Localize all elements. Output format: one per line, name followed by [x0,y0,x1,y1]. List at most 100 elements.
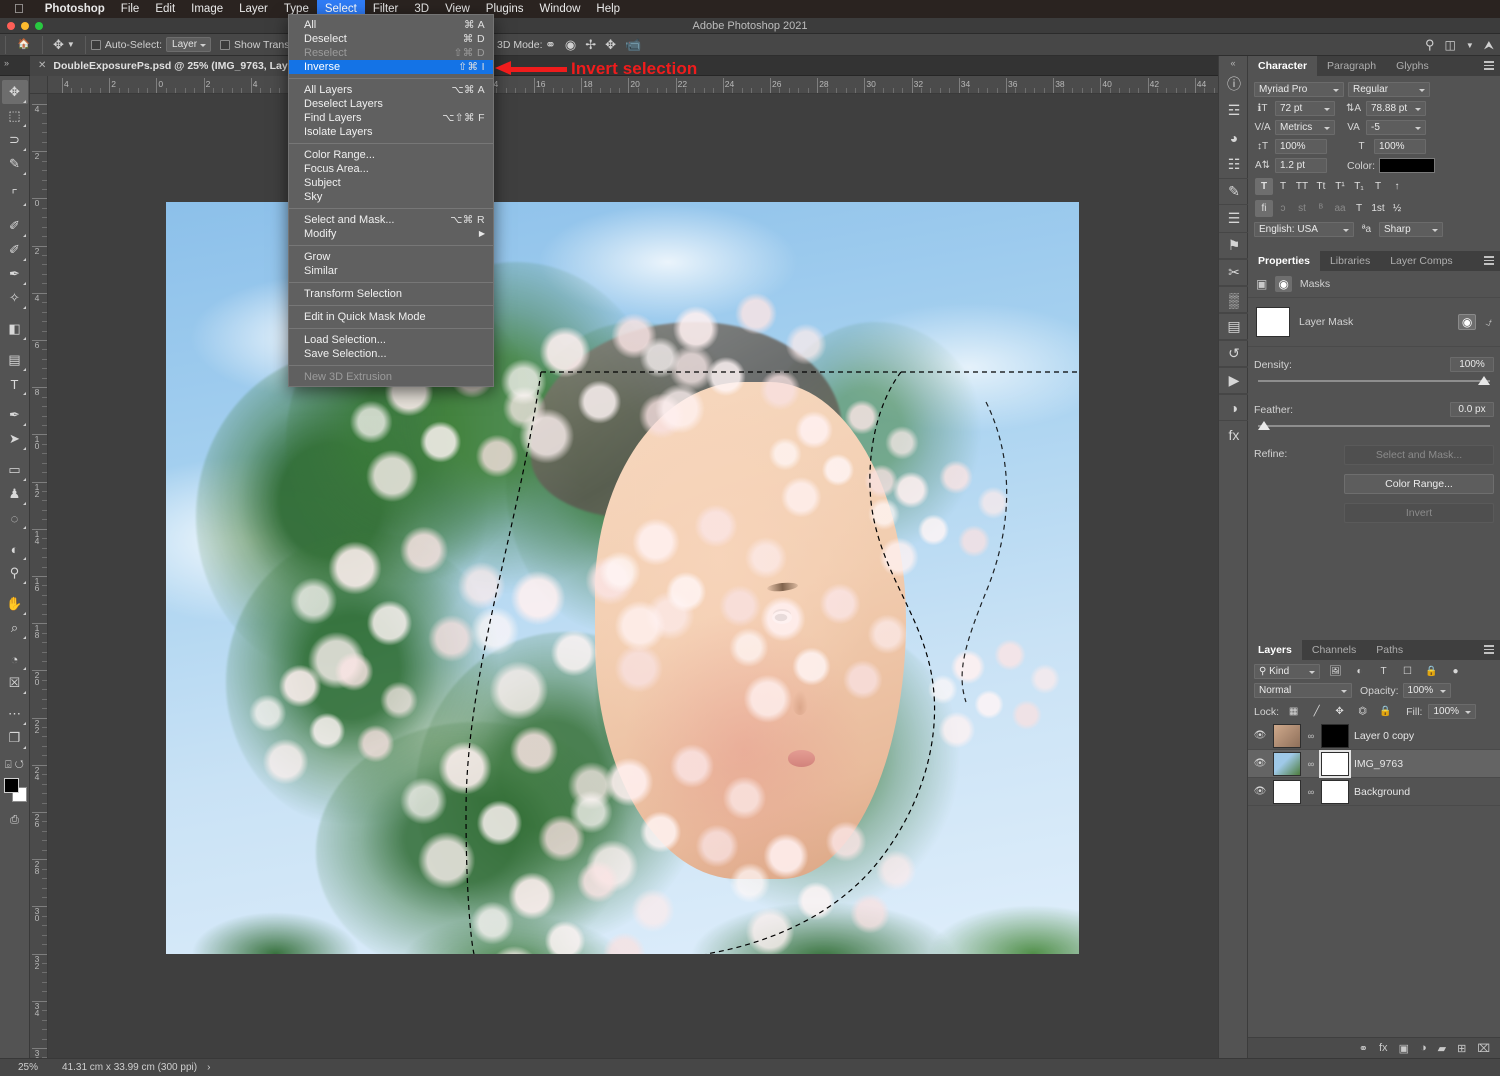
invert-mask-button[interactable]: Invert [1344,503,1494,523]
shape-filter-icon[interactable]: ☐ [1399,664,1416,679]
menu-item-isolate-layers[interactable]: Isolate Layers [289,125,493,139]
3d-pan-icon[interactable]: ✢ [585,37,596,53]
ruler-corner[interactable] [30,76,48,94]
move-tool-icon[interactable]: ✥ [1,80,28,104]
adjustments-panel-icon[interactable]: ☰ [1219,205,1249,232]
magnifier-tool-icon[interactable]: ⌕ [2,616,28,640]
pixel-mask-icon[interactable]: ◉ [1275,276,1292,292]
patterns-panel-icon[interactable]: ▒ [1219,286,1249,313]
table-row[interactable]: 👁 ∞ IMG_9763 [1248,749,1500,778]
layer-mask-thumbnail[interactable] [1321,779,1349,804]
menubar-item-help[interactable]: Help [588,0,628,18]
menu-item-inverse[interactable]: Inverse ⇧⌘ I [289,60,493,74]
new-layer-icon[interactable]: ⊞ [1457,1042,1466,1055]
gradient-tool-icon[interactable]: ▤ [2,348,28,372]
vertical-scale-field[interactable]: 100% [1275,139,1327,154]
adjustment-layer-icon[interactable]: ◑ [1219,394,1249,421]
styles-panel-icon[interactable]: fx [1219,421,1249,448]
text-style-button-2[interactable]: TT [1293,178,1311,195]
menubar-item-window[interactable]: Window [532,0,589,18]
tab-properties[interactable]: Properties [1248,251,1320,271]
crop-tool-icon[interactable]: ⌜ [2,183,28,207]
panel-menu-icon[interactable] [1484,256,1494,265]
opentype-button-4[interactable]: aa [1331,200,1349,217]
menu-item-modify[interactable]: Modify ▶ [289,227,493,241]
layer-mask-thumbnail[interactable] [1256,307,1290,337]
lock-all-icon[interactable]: 🔒 [1377,704,1394,719]
apple-icon[interactable]:  [8,0,37,18]
histogram-panel-icon[interactable]: ☲ [1219,97,1249,124]
opentype-button-2[interactable]: st [1293,200,1311,217]
menu-item-deselect-layers[interactable]: Deselect Layers [289,97,493,111]
table-row[interactable]: 👁 ∞ Layer 0 copy [1248,722,1500,750]
tab-layer-comps[interactable]: Layer Comps [1380,251,1462,271]
zoom-level[interactable]: 25% [0,1062,48,1073]
filter-kind-dropdown[interactable]: ⚲ Kind [1254,664,1320,679]
density-value[interactable]: 100% [1450,357,1494,372]
opacity-field[interactable]: 100% [1402,683,1451,698]
spot-healing-brush-tool-icon[interactable]: ✐ [2,238,28,262]
share-icon[interactable]: ⮝ [1484,38,1494,53]
tab-paragraph[interactable]: Paragraph [1317,56,1386,76]
tab-paths[interactable]: Paths [1366,640,1413,660]
type-tool-icon[interactable]: T [2,372,28,396]
feather-value[interactable]: 0.0 px [1450,402,1494,417]
home-icon[interactable]: 🏠 [11,37,37,52]
text-style-button-0[interactable]: T [1255,178,1273,195]
menubar-item-file[interactable]: File [113,0,148,18]
close-icon[interactable]: ✕ [38,56,46,76]
path-selection-tool-icon[interactable]: ➤ [2,427,28,451]
opentype-button-0[interactable]: fi [1255,200,1273,217]
actions-panel-icon[interactable]: ▶ [1219,367,1249,394]
menu-item-sky[interactable]: Sky [289,190,493,204]
3d-roll-icon[interactable]: ◉ [565,37,576,53]
smart-object-filter-icon[interactable]: 🔒 [1423,664,1440,679]
expand-panels-icon[interactable]: « [1219,56,1247,70]
active-tool-preset[interactable]: ✥ ▼ [48,37,80,53]
zoom-tool-icon[interactable]: ⚲ [2,561,28,585]
chevron-down-icon[interactable]: ▼ [1466,41,1474,50]
menubar-item-edit[interactable]: Edit [147,0,183,18]
layer-mask-link-icon[interactable]: ∞ [1306,787,1316,797]
layer-style-icon[interactable]: fx [1379,1042,1388,1054]
chevron-right-icon[interactable]: › [197,1062,210,1073]
select-and-mask-button[interactable]: Select and Mask... [1344,445,1494,465]
font-style-field[interactable]: Regular [1348,82,1430,97]
layer-visibility-icon[interactable]: 👁 [1252,786,1268,797]
layer-visibility-icon[interactable]: 👁 [1252,730,1268,741]
language-field[interactable]: English: USA [1254,222,1354,237]
text-style-button-1[interactable]: T [1274,178,1292,195]
menu-item-save-selection[interactable]: Save Selection... [289,347,493,361]
brush-settings-icon[interactable]: ✎ [1219,178,1249,205]
leading-field[interactable]: 78.88 pt [1366,101,1426,116]
auto-select-scope-dropdown[interactable]: Layer [166,37,212,52]
opentype-button-1[interactable]: ɔ [1274,200,1292,217]
layer-visibility-icon[interactable]: 👁 [1252,758,1268,769]
text-style-button-7[interactable]: ↑ [1388,178,1406,195]
text-style-button-5[interactable]: T₁ [1350,178,1368,195]
menu-item-focus-area[interactable]: Focus Area... [289,162,493,176]
menu-item-select-and-mask[interactable]: Select and Mask... ⌥⌘ R [289,213,493,227]
menu-item-subject[interactable]: Subject [289,176,493,190]
lock-artboard-icon[interactable]: ⏣ [1354,704,1371,719]
3d-camera-icon[interactable]: 📹 [625,37,641,53]
edit-toolbar-icon[interactable]: ⋯ [2,702,28,726]
add-pixel-mask-icon[interactable]: ◉ [1457,314,1477,330]
rectangle-tool-icon[interactable]: ▭ [2,458,28,482]
menu-item-grow[interactable]: Grow [289,250,493,264]
menu-item-load-selection[interactable]: Load Selection... [289,333,493,347]
add-vector-mask-icon[interactable]: ⍻ [1485,315,1492,330]
workspace-icon[interactable]: ◫ [1445,38,1456,52]
chevron-down-icon[interactable]: ▼ [67,40,75,49]
quick-selection-tool-icon[interactable]: ✎ [2,152,28,176]
layer-mask-link-icon[interactable]: ∞ [1306,759,1316,769]
rotate-view-tool-icon[interactable]: ◔ [2,647,28,671]
tracking-field[interactable]: -5 [1366,120,1426,135]
opentype-button-5[interactable]: T [1350,200,1368,217]
tab-channels[interactable]: Channels [1302,640,1366,660]
collapse-panels-icon[interactable]: » [4,58,9,68]
adjustment-filter-icon[interactable]: ◐ [1351,664,1368,679]
layer-thumbnail[interactable] [1273,751,1301,776]
screen-mode-tool-icon[interactable]: ❐ [2,726,28,750]
menu-item-find-layers[interactable]: Find Layers ⌥⇧⌘ F [289,111,493,125]
